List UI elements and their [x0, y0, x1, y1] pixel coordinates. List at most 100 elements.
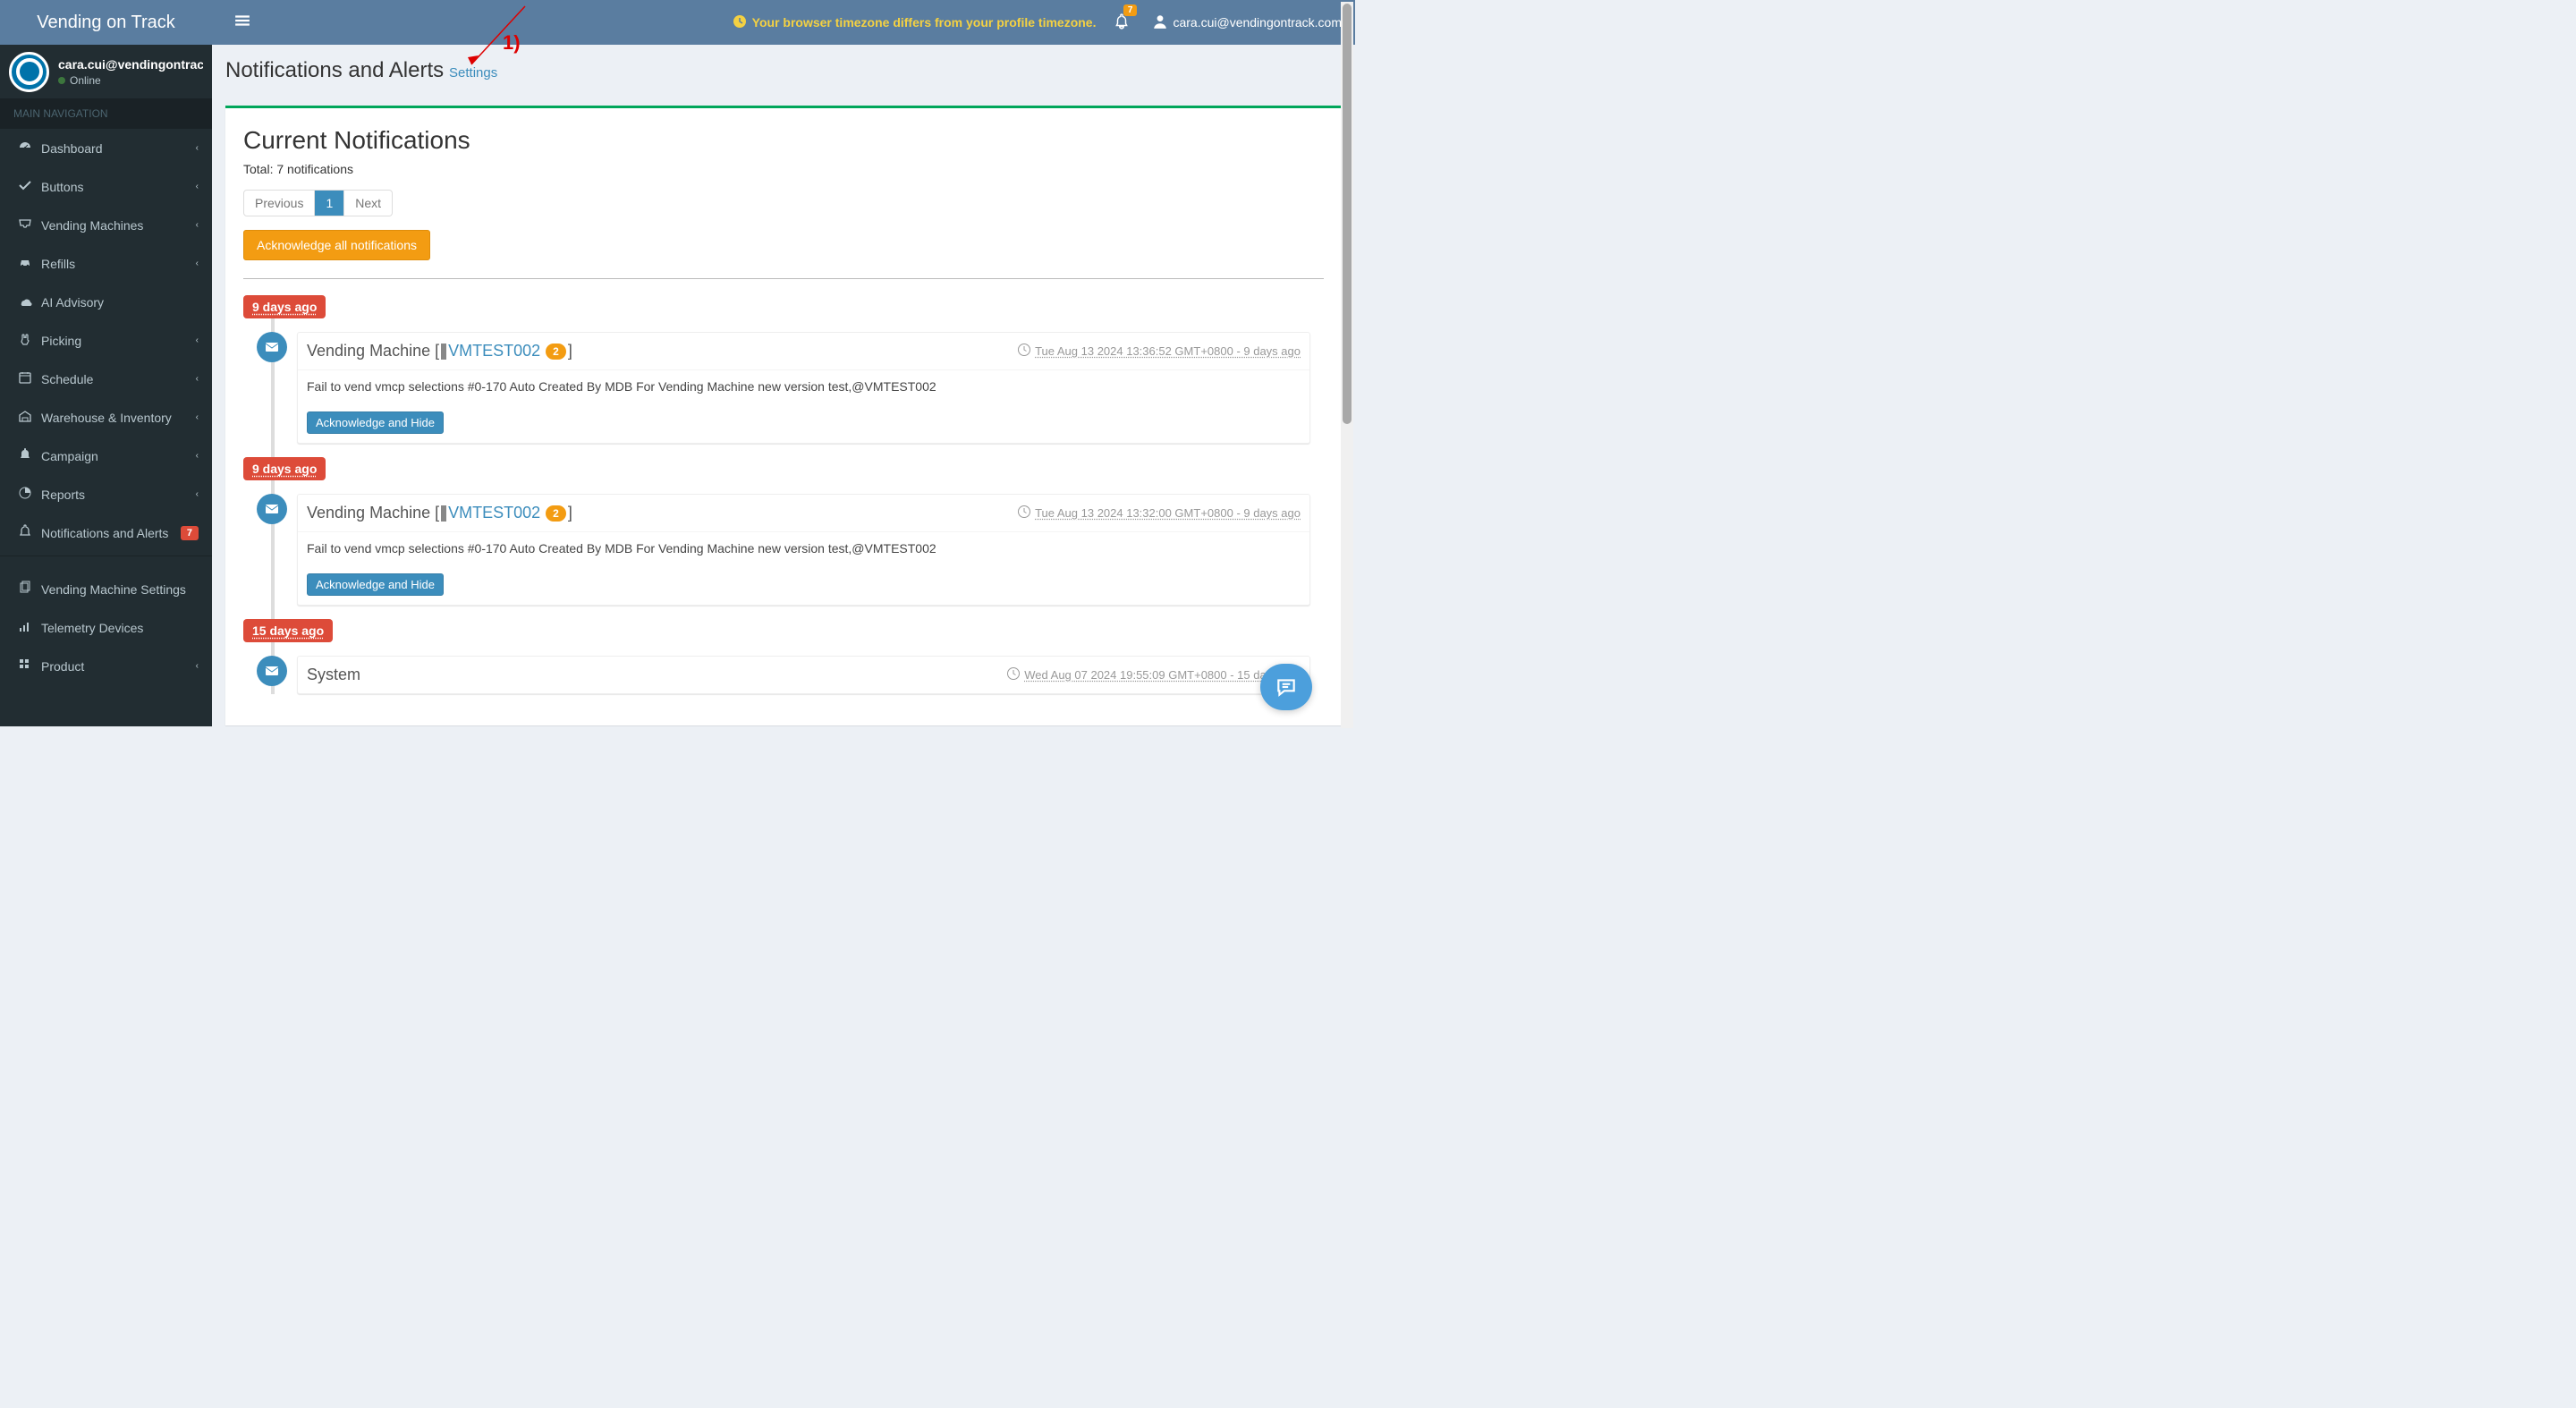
chevron-left-icon: ‹	[196, 335, 199, 345]
timestamp: Tue Aug 13 2024 13:32:00 GMT+0800 - 9 da…	[1017, 505, 1301, 522]
count-badge: 2	[546, 505, 566, 522]
time-label: 9 days ago	[243, 457, 326, 480]
brand-logo[interactable]: Vending on Track	[0, 0, 212, 45]
page-title: Notifications and Alerts	[225, 58, 444, 82]
sidebar-item-label: Product	[41, 659, 196, 674]
bell-badge: 7	[1123, 4, 1138, 16]
badge: 7	[181, 526, 199, 540]
sidebar-item-refills[interactable]: Refills‹	[0, 244, 212, 283]
sidebar-item-label: Warehouse & Inventory	[41, 411, 196, 425]
chevron-left-icon: ‹	[196, 661, 199, 671]
user-status: Online	[58, 74, 203, 87]
sidebar-item-label: Refills	[41, 257, 196, 271]
cloud-icon	[16, 293, 34, 310]
sidebar-item-label: Notifications and Alerts	[41, 526, 181, 540]
timeline-title: System	[307, 666, 360, 684]
chevron-left-icon: ‹	[196, 489, 199, 499]
scrollbar[interactable]	[1341, 2, 1353, 728]
chevron-left-icon: ‹	[196, 220, 199, 230]
timeline-body: Fail to vend vmcp selections #0-170 Auto…	[298, 369, 1309, 403]
sidebar-item-label: Vending Machines	[41, 218, 196, 233]
user-icon	[1152, 13, 1168, 32]
vm-link[interactable]: VMTEST002	[448, 342, 540, 360]
sidebar-item-buttons[interactable]: Buttons‹	[0, 167, 212, 206]
timeline-body: Fail to vend vmcp selections #0-170 Auto…	[298, 531, 1309, 564]
sidebar-item-label: Telemetry Devices	[41, 621, 199, 635]
vm-link[interactable]: VMTEST002	[448, 504, 540, 522]
chat-button[interactable]	[1260, 664, 1312, 710]
chevron-left-icon: ‹	[196, 374, 199, 384]
sidebar-item-label: Vending Machine Settings	[41, 582, 199, 597]
annotation-label: 1)	[503, 31, 521, 55]
calendar-icon	[16, 370, 34, 387]
sidebar-item-campaign[interactable]: Campaign‹	[0, 437, 212, 475]
acknowledge-hide-button[interactable]: Acknowledge and Hide	[307, 573, 444, 596]
timeline-title: Vending Machine [VMTEST0022]	[307, 504, 572, 522]
chevron-left-icon: ‹	[196, 451, 199, 461]
sidebar-item-label: Campaign	[41, 449, 196, 463]
chevron-left-icon: ‹	[196, 259, 199, 268]
bell-fill-icon	[16, 447, 34, 464]
envelope-icon	[257, 656, 287, 686]
time-label: 15 days ago	[243, 619, 333, 642]
chevron-left-icon: ‹	[196, 143, 199, 153]
sidebar-item-vending-machine-settings[interactable]: Vending Machine Settings	[0, 570, 212, 608]
acknowledge-all-button[interactable]: Acknowledge all notifications	[243, 230, 430, 260]
top-navbar: Your browser timezone differs from your …	[212, 0, 1355, 45]
sidebar-item-dashboard[interactable]: Dashboard‹	[0, 129, 212, 167]
pie-icon	[16, 486, 34, 503]
sidebar-item-product[interactable]: Product‹	[0, 647, 212, 685]
timezone-warning[interactable]: Your browser timezone differs from your …	[733, 14, 1097, 31]
chevron-left-icon: ‹	[196, 182, 199, 191]
clock-icon	[733, 14, 747, 31]
pagination-page-1[interactable]: 1	[315, 191, 343, 216]
notifications-bell[interactable]: 7	[1114, 13, 1130, 32]
notifications-box: Current Notifications Total: 7 notificat…	[225, 106, 1342, 725]
sidebar-item-ai-advisory[interactable]: AI Advisory	[0, 283, 212, 321]
envelope-icon	[257, 332, 287, 362]
avatar	[9, 52, 49, 92]
inbox-icon	[16, 216, 34, 233]
bell-icon	[16, 524, 34, 541]
sidebar-item-label: Reports	[41, 488, 196, 502]
signal-icon	[16, 619, 34, 636]
warehouse-icon	[16, 409, 34, 426]
sidebar-toggle[interactable]	[225, 13, 259, 33]
page-header: Notifications and Alerts Settings 1)	[212, 45, 1355, 92]
sidebar-item-label: Schedule	[41, 372, 196, 386]
settings-link[interactable]: Settings	[449, 65, 497, 81]
clock-icon	[1017, 505, 1031, 522]
copy-icon	[16, 581, 34, 598]
pagination: Previous 1 Next	[243, 190, 393, 216]
sidebar-item-vending-machines[interactable]: Vending Machines‹	[0, 206, 212, 244]
time-label: 9 days ago	[243, 295, 326, 318]
sidebar-item-notifications-and-alerts[interactable]: Notifications and Alerts7	[0, 513, 212, 552]
check-icon	[16, 178, 34, 195]
sidebar-item-label: AI Advisory	[41, 295, 199, 310]
sidebar-item-label: Dashboard	[41, 141, 196, 156]
timeline-item: System Wed Aug 07 2024 19:55:09 GMT+0800 …	[297, 656, 1310, 694]
clock-icon	[1017, 343, 1031, 360]
acknowledge-hide-button[interactable]: Acknowledge and Hide	[307, 411, 444, 434]
pagination-next[interactable]: Next	[344, 191, 392, 216]
section-heading: Current Notifications	[243, 126, 1324, 155]
user-menu[interactable]: cara.cui@vendingontrack.com	[1152, 13, 1342, 32]
timestamp: Wed Aug 07 2024 19:55:09 GMT+0800 - 15 d…	[1006, 666, 1301, 683]
sidebar: Vending on Track cara.cui@vendingontrack…	[0, 0, 212, 726]
hand-icon	[16, 332, 34, 349]
timestamp: Tue Aug 13 2024 13:36:52 GMT+0800 - 9 da…	[1017, 343, 1301, 360]
color-chip	[441, 344, 446, 360]
sidebar-item-picking[interactable]: Picking‹	[0, 321, 212, 360]
pagination-prev[interactable]: Previous	[244, 191, 314, 216]
sidebar-user-email: cara.cui@vendingontrack.c	[58, 57, 203, 72]
sidebar-item-label: Buttons	[41, 180, 196, 194]
count-badge: 2	[546, 344, 566, 360]
car-icon	[16, 255, 34, 272]
sidebar-item-warehouse-inventory[interactable]: Warehouse & Inventory‹	[0, 398, 212, 437]
sidebar-item-telemetry-devices[interactable]: Telemetry Devices	[0, 608, 212, 647]
sidebar-item-reports[interactable]: Reports‹	[0, 475, 212, 513]
envelope-icon	[257, 494, 287, 524]
user-panel: cara.cui@vendingontrack.c Online	[0, 45, 212, 98]
sidebar-item-schedule[interactable]: Schedule‹	[0, 360, 212, 398]
dashboard-icon	[16, 140, 34, 157]
